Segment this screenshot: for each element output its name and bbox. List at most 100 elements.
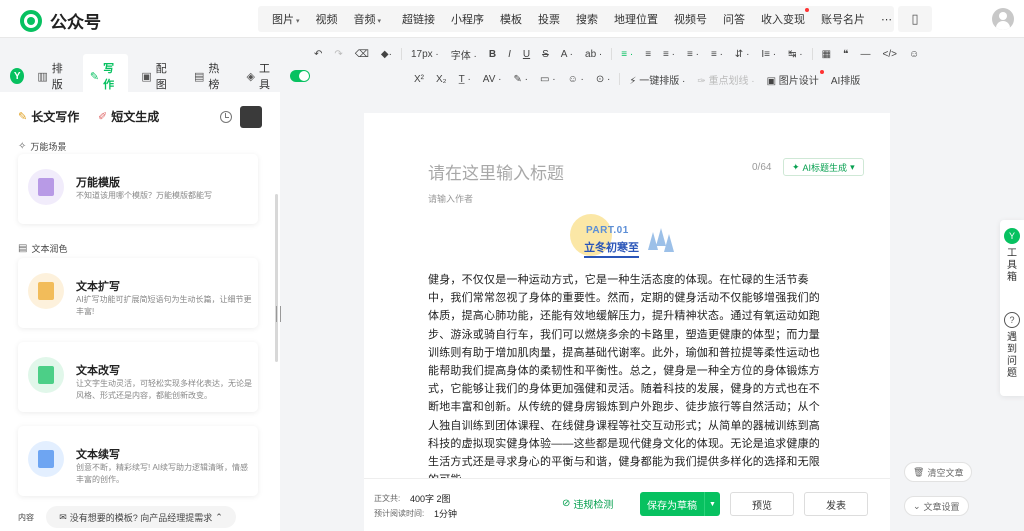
more-menu-button[interactable]: ⋯	[873, 13, 900, 26]
paragraph-spacing-icon[interactable]: ≡ ·	[705, 49, 729, 60]
preview-button[interactable]: 预览	[730, 492, 794, 516]
sticker-select[interactable]: ☺ ·	[562, 74, 590, 85]
divider-icon[interactable]: —	[854, 49, 876, 60]
user-thumbnail[interactable]	[240, 106, 262, 128]
card-text-expand[interactable]: 文本扩写 AI扩写功能可扩展简短语句为生动长篇，让细节更丰富!	[18, 258, 258, 328]
card-desc: 让文字生动灵活，可轻松实现多样化表达，无论是风格、形式还是内容，都能创新改变。	[76, 379, 252, 400]
list-icon[interactable]: I≡ ·	[755, 49, 782, 60]
publish-button[interactable]: 发表	[804, 492, 868, 516]
image-border-select[interactable]: ▭ ·	[534, 74, 562, 85]
article-settings-button[interactable]: ⌄ 文章设置	[904, 496, 969, 516]
long-article-mode-tab[interactable]: ✎ 长文写作	[18, 108, 79, 125]
undo-icon[interactable]: ↶	[308, 49, 328, 60]
char-spacing-select[interactable]: AV ·	[477, 74, 508, 85]
chevron-down-icon[interactable]: ▼	[704, 492, 720, 516]
assistant-toggle[interactable]	[290, 70, 310, 82]
insert-template-button[interactable]: 模板	[492, 11, 530, 27]
underline-icon[interactable]: U	[517, 49, 536, 60]
section-banner-image[interactable]: PART.01 立冬初寒至	[570, 214, 674, 258]
insert-image-menu[interactable]: 图片 ▾	[264, 11, 308, 27]
toolbar-divider	[619, 73, 621, 85]
feather-icon: ✐	[98, 111, 108, 123]
read-time-label: 预计阅读时间:	[374, 509, 425, 518]
trash-icon: 🗑	[913, 466, 925, 477]
author-input[interactable]: 请输入作者	[428, 192, 473, 205]
background-color-icon[interactable]: ab ·	[579, 49, 608, 60]
bold-icon[interactable]: B	[483, 49, 502, 60]
help-label[interactable]: 遇到问题	[1006, 332, 1018, 380]
insert-miniprogram-button[interactable]: 小程序	[443, 11, 492, 27]
word-count-value: 400字 2图	[410, 494, 451, 504]
pen-tool-select[interactable]: ✎ ·	[508, 74, 535, 85]
align-left-icon[interactable]: ≡ ·	[615, 49, 639, 60]
font-family-select[interactable]: 字体 ·	[445, 47, 483, 62]
mobile-preview-button[interactable]: ▯	[898, 6, 932, 32]
layout-icon: ▥	[37, 70, 48, 83]
article-body[interactable]: 健身，不仅仅是一种运动方式，它是一种生活态度的体现。在忙碌的生活节奏中，我们常常…	[428, 271, 828, 489]
ai-layout-button[interactable]: AI排版	[825, 72, 866, 87]
read-time-value: 1分钟	[434, 509, 458, 519]
save-draft-button[interactable]: 保存为草稿 ▼	[640, 492, 720, 516]
italic-icon[interactable]: I	[502, 49, 517, 60]
insert-video-button[interactable]: 视频	[308, 11, 346, 27]
editor-footer: 正文共: 400字 2图 预计阅读时间: 1分钟 ⊘ 违规检测 保存为草稿 ▼ 预览…	[364, 478, 890, 531]
quote-icon[interactable]: ❝	[837, 49, 854, 60]
expand-icon	[28, 273, 64, 309]
insert-audio-menu[interactable]: 音频 ▾	[346, 11, 390, 27]
sidebar-scrollbar[interactable]	[275, 194, 278, 362]
card-desc: 创意不断，精彩续写! AI续写助力逻辑清晰，情感丰富的创作。	[76, 463, 249, 484]
align-center-icon[interactable]: ≡	[639, 49, 657, 60]
card-text-continue[interactable]: 文本续写 创意不断，精彩续写! AI续写助力逻辑清晰，情感丰富的创作。	[18, 426, 258, 496]
code-icon[interactable]: </>	[876, 49, 902, 60]
key-underline-button[interactable]: ✑ 重点划线 ·	[691, 72, 760, 87]
toolbox-label[interactable]: 工具箱	[1006, 248, 1018, 284]
clear-article-button[interactable]: 🗑 清空文章	[904, 462, 973, 482]
style-select[interactable]: ⊙ ·	[590, 74, 617, 85]
user-avatar[interactable]	[992, 8, 1014, 30]
indent-icon[interactable]: ≡ ·	[681, 49, 705, 60]
title-input[interactable]: 请在这里输入标题	[428, 159, 564, 184]
insert-account-card-button[interactable]: 账号名片	[813, 11, 873, 27]
history-icon[interactable]	[220, 111, 232, 123]
phone-icon: ▯	[911, 11, 919, 26]
insert-media-group: 图片 ▾ 视频 音频 ▾	[258, 6, 396, 32]
insert-qa-button[interactable]: 问答	[715, 11, 753, 27]
one-click-layout-button[interactable]: ⚡ 一键排版 ·	[623, 72, 691, 87]
font-size-select[interactable]: 17px ·	[405, 49, 445, 60]
superscript-icon[interactable]: X²	[408, 74, 430, 85]
insert-hyperlink-button[interactable]: 超链接	[394, 11, 443, 27]
letter-spacing-icon[interactable]: ↹ ·	[782, 49, 809, 60]
ai-write-icon: ✎	[89, 70, 100, 83]
help-icon[interactable]: ?	[1004, 312, 1020, 328]
card-desc: 不知道该用哪个模版？万能模版都能写	[76, 191, 212, 200]
violation-check-button[interactable]: ⊘ 违规检测	[562, 496, 613, 511]
align-justify-icon[interactable]: ≡ ·	[657, 49, 681, 60]
chevron-up-icon: ⌃	[215, 511, 223, 522]
format-painter-icon[interactable]: ◆·	[375, 49, 398, 60]
insert-search-button[interactable]: 搜索	[568, 11, 606, 27]
insert-vote-button[interactable]: 投票	[530, 11, 568, 27]
request-template-button[interactable]: ✉ 没有想要的模板? 向产品经理提需求 ⌃	[46, 506, 236, 528]
text-underline-style-select[interactable]: T̲ ·	[453, 74, 477, 85]
subscript-icon[interactable]: X₂	[430, 74, 453, 85]
card-text-rewrite[interactable]: 文本改写 让文字生动灵活，可轻松实现多样化表达，无论是风格、形式还是内容，都能创…	[18, 342, 258, 412]
font-color-icon[interactable]: A ·	[555, 49, 579, 60]
logo[interactable]: 公众号	[20, 8, 101, 33]
short-article-mode-tab[interactable]: ✐ 短文生成	[98, 108, 159, 125]
writing-sidebar: ✎ 长文写作 ✐ 短文生成 ✧ 万能场景 万能模版 不知道该用哪个模版？万能模版都能写…	[0, 92, 280, 531]
line-height-icon[interactable]: ⇵ ·	[729, 49, 756, 60]
redo-icon[interactable]: ↷	[328, 49, 348, 60]
emoji-icon[interactable]: ☺	[903, 49, 925, 60]
card-universal-template[interactable]: 万能模版 不知道该用哪个模版？万能模版都能写	[18, 154, 258, 224]
insert-location-button[interactable]: 地理位置	[606, 11, 666, 27]
toolbox-icon[interactable]: Y	[1004, 228, 1020, 244]
ai-title-generate-button[interactable]: ✦ AI标题生成 ▾	[783, 158, 864, 176]
insert-channels-button[interactable]: 视频号	[666, 11, 715, 27]
format-eraser-icon[interactable]: ⌫	[349, 49, 375, 60]
sidebar-resize-handle[interactable]	[276, 306, 281, 322]
strikethrough-icon[interactable]: S	[536, 49, 555, 60]
insert-monetize-button[interactable]: 收入变现	[753, 8, 813, 27]
table-icon[interactable]: ▦	[816, 49, 837, 60]
card-desc: AI扩写功能可扩展简短语句为生动长篇，让细节更丰富!	[76, 295, 252, 316]
image-design-button[interactable]: ▣ 图片设计	[761, 69, 825, 87]
